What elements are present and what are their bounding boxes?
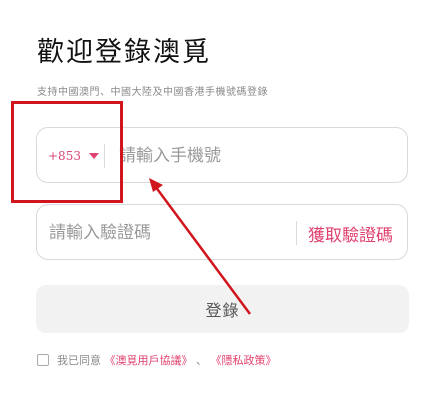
annotation-arrow-head <box>149 178 163 192</box>
annotation-arrow <box>149 178 252 315</box>
annotation-arrow-line <box>153 185 252 315</box>
